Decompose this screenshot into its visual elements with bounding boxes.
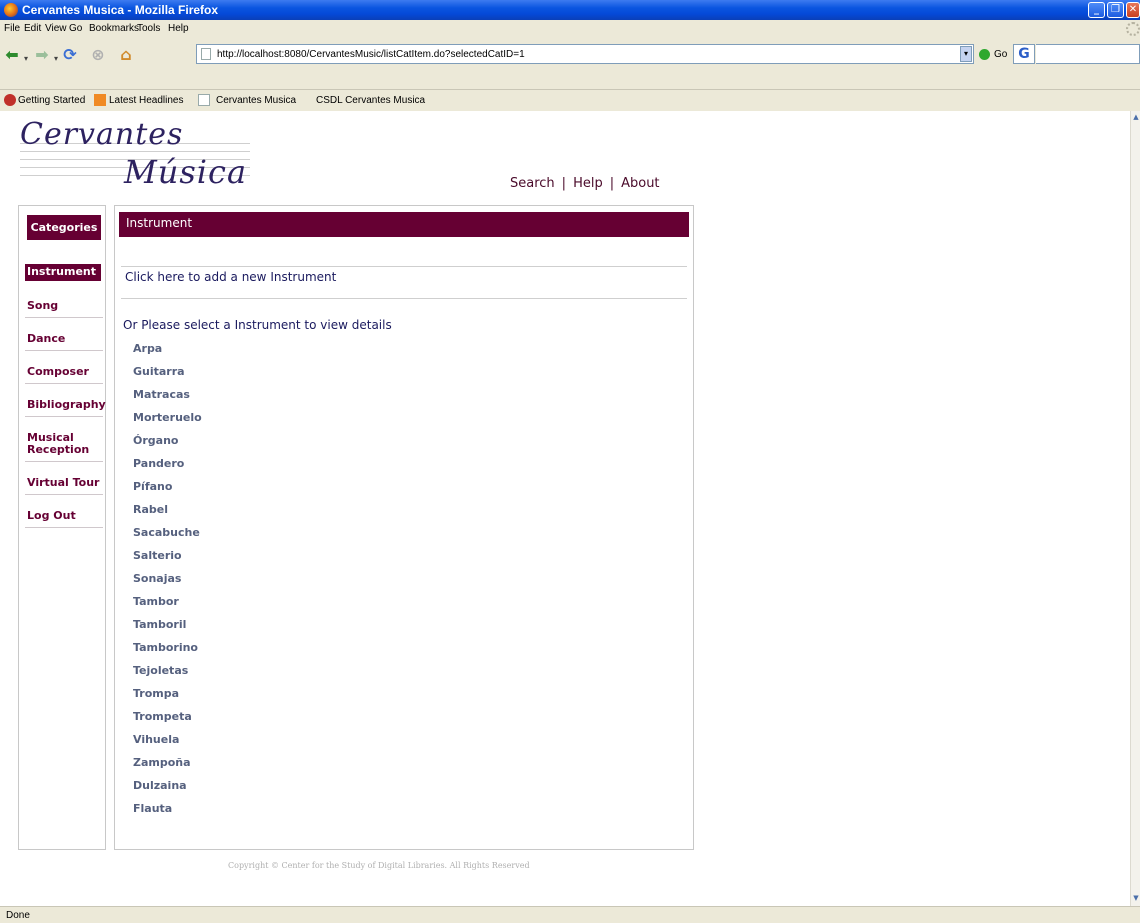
instrument-link[interactable]: Pífano — [133, 480, 202, 503]
forward-dropdown-icon[interactable]: ▾ — [54, 54, 58, 63]
instrument-link[interactable]: Rabel — [133, 503, 202, 526]
search-link[interactable]: Search — [510, 176, 555, 191]
scroll-down-icon[interactable]: ▼ — [1132, 894, 1140, 902]
go-button[interactable]: Go — [994, 49, 1007, 60]
navigation-toolbar: ⬅ ▾ ➡ ▾ ⟳ ⊗ ⌂ http://localhost:8080/Cerv… — [0, 38, 1140, 90]
reload-icon[interactable]: ⟳ — [60, 45, 80, 65]
throbber-icon — [1126, 22, 1140, 36]
instrument-link[interactable]: Arpa — [133, 342, 202, 365]
logo-text-cervantes: Cervantes — [20, 117, 184, 152]
address-bar[interactable]: http://localhost:8080/CervantesMusic/lis… — [196, 44, 974, 64]
url-text: http://localhost:8080/CervantesMusic/lis… — [217, 49, 525, 60]
menu-help[interactable]: Help — [168, 23, 189, 34]
instrument-link[interactable]: Pandero — [133, 457, 202, 480]
select-instruction-text: Or Please select a Instrument to view de… — [123, 318, 392, 332]
back-arrow-icon[interactable]: ⬅ — [2, 45, 22, 65]
vertical-scrollbar[interactable]: ▲ ▼ — [1130, 111, 1140, 906]
menu-bookmarks[interactable]: Bookmarks — [89, 23, 139, 34]
scroll-up-icon[interactable]: ▲ — [1132, 113, 1140, 121]
instrument-link[interactable]: Tambor — [133, 595, 202, 618]
category-sidebar: Categories Instrument Song Dance Compose… — [18, 205, 106, 850]
copyright-text: Copyright © Center for the Study of Digi… — [228, 861, 530, 870]
minimize-button[interactable]: _ — [1088, 2, 1105, 18]
status-text: Done — [6, 910, 30, 921]
google-search-icon[interactable]: G — [1013, 44, 1035, 64]
sidebar-item-bibliography[interactable]: Bibliography — [25, 397, 106, 417]
main-content-panel: Instrument Click here to add a new Instr… — [114, 205, 694, 850]
sidebar-item-composer[interactable]: Composer — [25, 364, 103, 384]
instrument-link[interactable]: Zampoña — [133, 756, 202, 779]
menu-view[interactable]: View — [45, 23, 67, 34]
menu-tools[interactable]: Tools — [137, 23, 160, 34]
instrument-link[interactable]: Flauta — [133, 802, 202, 825]
back-dropdown-icon[interactable]: ▾ — [24, 54, 28, 63]
instrument-link[interactable]: Sonajas — [133, 572, 202, 595]
sidebar-item-log-out[interactable]: Log Out — [25, 508, 103, 528]
bookmark-cervantes-musica[interactable]: Cervantes Musica — [216, 95, 296, 106]
divider — [121, 298, 687, 299]
stop-icon[interactable]: ⊗ — [88, 45, 108, 65]
instrument-link[interactable]: Dulzaina — [133, 779, 202, 802]
bookmark-latest-headlines[interactable]: Latest Headlines — [109, 95, 184, 106]
page-icon — [201, 48, 211, 60]
page-icon — [198, 94, 210, 106]
instrument-link[interactable]: Salterio — [133, 549, 202, 572]
site-logo[interactable]: Cervantes Música — [20, 117, 280, 197]
instrument-list: Arpa Guitarra Matracas Morteruelo Órgano… — [133, 342, 202, 825]
go-icon[interactable] — [979, 49, 990, 60]
bookmark-csdl-cervantes-musica[interactable]: CSDL Cervantes Musica — [316, 95, 425, 106]
instrument-link[interactable]: Vihuela — [133, 733, 202, 756]
instrument-link[interactable]: Guitarra — [133, 365, 202, 388]
menu-go[interactable]: Go — [69, 23, 82, 34]
rss-feed-icon — [94, 94, 106, 106]
top-navigation: Search | Help | About — [510, 176, 660, 191]
divider — [121, 266, 687, 267]
instrument-link[interactable]: Órgano — [133, 434, 202, 457]
instrument-link[interactable]: Tejoletas — [133, 664, 202, 687]
search-input[interactable] — [1036, 44, 1140, 64]
section-header: Instrument — [119, 212, 689, 237]
about-link[interactable]: About — [621, 176, 659, 191]
help-link[interactable]: Help — [573, 176, 603, 191]
instrument-link[interactable]: Morteruelo — [133, 411, 202, 434]
add-instrument-link[interactable]: Click here to add a new Instrument — [125, 270, 336, 284]
bookmarks-toolbar: Getting Started Latest Headlines Cervant… — [0, 91, 1140, 111]
nav-separator: | — [609, 176, 615, 191]
home-icon[interactable]: ⌂ — [116, 45, 136, 65]
instrument-link[interactable]: Trompa — [133, 687, 202, 710]
sidebar-item-song[interactable]: Song — [25, 298, 103, 318]
instrument-link[interactable]: Matracas — [133, 388, 202, 411]
logo-text-musica: Música — [124, 153, 248, 191]
window-title: Cervantes Musica - Mozilla Firefox — [22, 3, 219, 17]
getting-started-icon — [4, 94, 16, 106]
menu-bar: File Edit View Go Bookmarks Tools Help — [0, 20, 1140, 38]
maximize-button[interactable]: ❐ — [1107, 2, 1124, 18]
browser-window: Cervantes Musica - Mozilla Firefox _ ❐ ✕… — [0, 0, 1140, 923]
forward-arrow-icon[interactable]: ➡ — [32, 45, 52, 65]
nav-separator: | — [561, 176, 567, 191]
sidebar-item-virtual-tour[interactable]: Virtual Tour — [25, 475, 103, 495]
instrument-link[interactable]: Sacabuche — [133, 526, 202, 549]
categories-header: Categories — [27, 215, 101, 240]
instrument-link[interactable]: Tamboril — [133, 618, 202, 641]
firefox-icon — [4, 3, 18, 17]
sidebar-item-musical-reception[interactable]: Musical Reception — [25, 430, 103, 462]
instrument-link[interactable]: Tamborino — [133, 641, 202, 664]
bookmark-getting-started[interactable]: Getting Started — [18, 95, 85, 106]
page-viewport: Cervantes Música Search | Help | About Categ… — [0, 111, 1130, 906]
instrument-link[interactable]: Trompeta — [133, 710, 202, 733]
menu-edit[interactable]: Edit — [24, 23, 41, 34]
title-bar: Cervantes Musica - Mozilla Firefox _ ❐ ✕ — [0, 0, 1140, 20]
status-bar: Done — [0, 906, 1140, 923]
sidebar-item-instrument[interactable]: Instrument — [25, 264, 101, 281]
menu-file[interactable]: File — [4, 23, 20, 34]
sidebar-item-dance[interactable]: Dance — [25, 331, 103, 351]
close-button[interactable]: ✕ — [1126, 2, 1140, 18]
url-dropdown-icon[interactable]: ▾ — [960, 46, 972, 62]
